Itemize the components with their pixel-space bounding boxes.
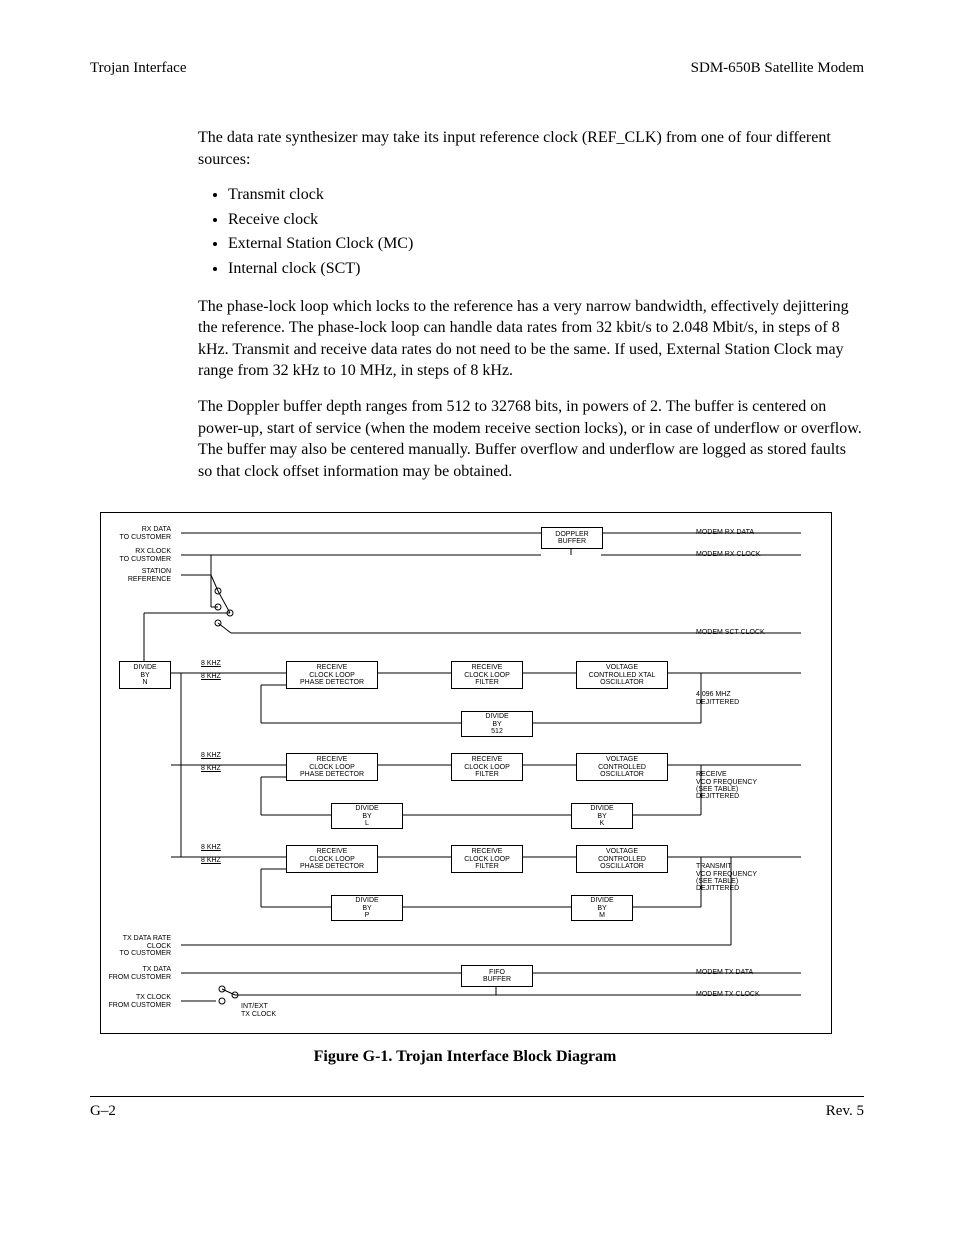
box-divide-p: DIVIDE BY P [331, 895, 403, 921]
box-divide-by-n: DIVIDE BY N [119, 661, 171, 689]
paragraph-1: The data rate synthesizer may take its i… [198, 127, 864, 170]
label-tx-clock-from-customer: TX CLOCK FROM CUSTOMER [101, 994, 171, 1009]
label-modem-tx-clock: MODEM TX CLOCK [696, 991, 760, 998]
bullet-item: Receive clock [228, 209, 864, 231]
label-tx-data-from-customer: TX DATA FROM CUSTOMER [101, 966, 171, 981]
block-diagram: RX DATA TO CUSTOMER RX CLOCK TO CUSTOMER… [100, 512, 832, 1034]
bullet-item: External Station Clock (MC) [228, 233, 864, 255]
box-divide-l: DIVIDE BY L [331, 803, 403, 829]
label-station-reference: STATION REFERENCE [109, 568, 171, 583]
box-vco-2: VOLTAGE CONTROLLED OSCILLATOR [576, 753, 668, 781]
label-8khz-1a: 8 KHZ [201, 660, 221, 667]
box-doppler-buffer: DOPPLER BUFFER [541, 527, 603, 549]
label-rx-clock-to-customer: RX CLOCK TO CUSTOMER [109, 548, 171, 563]
box-rcv-filter-2: RECEIVE CLOCK LOOP FILTER [451, 753, 523, 781]
box-vco-3: VOLTAGE CONTROLLED OSCILLATOR [576, 845, 668, 873]
page-header: Trojan Interface SDM-650B Satellite Mode… [90, 60, 864, 77]
label-modem-sct-clock: MODEM SCT CLOCK [696, 629, 765, 636]
box-rcv-filter-3: RECEIVE CLOCK LOOP FILTER [451, 845, 523, 873]
box-fifo-buffer: FIFO BUFFER [461, 965, 533, 987]
paragraph-2: The phase-lock loop which locks to the r… [198, 296, 864, 382]
page-footer: G–2 Rev. 5 [90, 1096, 864, 1120]
body: The data rate synthesizer may take its i… [198, 127, 864, 482]
box-rcv-pd-2: RECEIVE CLOCK LOOP PHASE DETECTOR [286, 753, 378, 781]
box-vcxo: VOLTAGE CONTROLLED XTAL OSCILLATOR [576, 661, 668, 689]
bullet-item: Transmit clock [228, 184, 864, 206]
label-modem-rx-data: MODEM RX DATA [696, 529, 754, 536]
label-8khz-2a: 8 KHZ [201, 752, 221, 759]
box-rcv-pd-3: RECEIVE CLOCK LOOP PHASE DETECTOR [286, 845, 378, 873]
paragraph-3: The Doppler buffer depth ranges from 512… [198, 396, 864, 482]
figure-caption: Figure G-1. Trojan Interface Block Diagr… [100, 1048, 830, 1066]
bullet-list: Transmit clock Receive clock External St… [228, 184, 864, 279]
box-divide-m: DIVIDE BY M [571, 895, 633, 921]
footer-left: G–2 [90, 1103, 116, 1120]
header-left: Trojan Interface [90, 60, 187, 77]
label-rx-data-to-customer: RX DATA TO CUSTOMER [109, 526, 171, 541]
bullet-item: Internal clock (SCT) [228, 258, 864, 280]
footer-right: Rev. 5 [826, 1103, 864, 1120]
header-right: SDM-650B Satellite Modem [691, 60, 864, 77]
box-divide-k: DIVIDE BY K [571, 803, 633, 829]
label-tx-data-rate-clock: TX DATA RATE CLOCK TO CUSTOMER [101, 935, 171, 957]
label-4096-mhz: 4.096 MHZ DEJITTERED [696, 691, 739, 706]
label-tx-vco-freq: TRANSMIT VCO FREQUENCY (SEE TABLE) DEJIT… [696, 863, 757, 892]
label-rx-vco-freq: RECEIVE VCO FREQUENCY (SEE TABLE) DEJITT… [696, 771, 757, 800]
label-8khz-3b: 8 KHZ [201, 857, 221, 864]
box-rcv-pd-1: RECEIVE CLOCK LOOP PHASE DETECTOR [286, 661, 378, 689]
page: Trojan Interface SDM-650B Satellite Mode… [0, 0, 954, 1160]
box-divide-512: DIVIDE BY 512 [461, 711, 533, 737]
label-modem-tx-data: MODEM TX DATA [696, 969, 753, 976]
label-int-ext-tx-clock: INT/EXT TX CLOCK [241, 1003, 276, 1018]
label-8khz-1b: 8 KHZ [201, 673, 221, 680]
label-8khz-2b: 8 KHZ [201, 765, 221, 772]
label-8khz-3a: 8 KHZ [201, 844, 221, 851]
label-modem-rx-clock: MODEM RX CLOCK [696, 551, 761, 558]
box-rcv-filter-1: RECEIVE CLOCK LOOP FILTER [451, 661, 523, 689]
